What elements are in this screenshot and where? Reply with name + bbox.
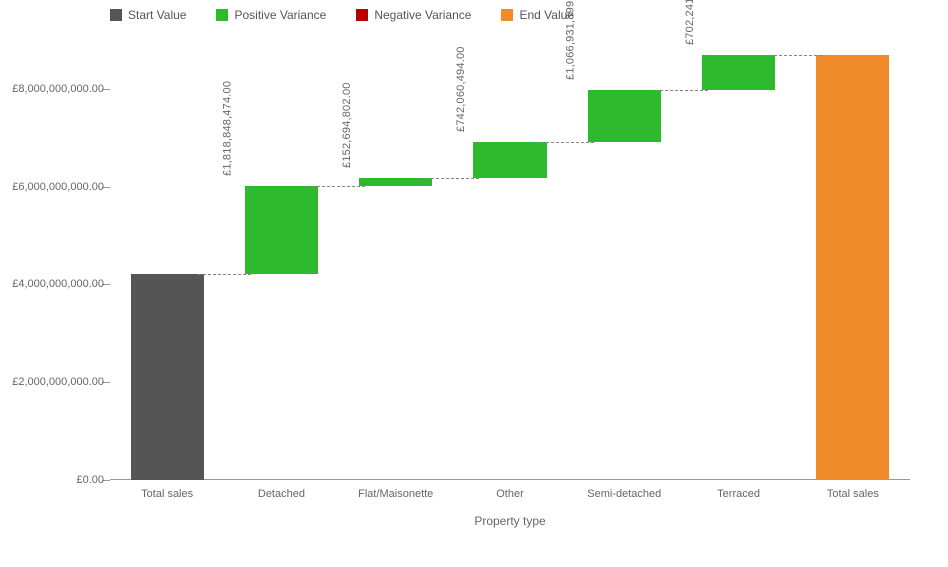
legend-item-positive: Positive Variance (216, 8, 326, 22)
legend-swatch-start (110, 9, 122, 21)
legend-label-positive: Positive Variance (234, 8, 326, 22)
bar-value-label: £8,687,729,672.00 (793, 377, 805, 472)
y-tick-label: £4,000,000,000.00 (12, 278, 110, 290)
y-tick-label: £8,000,000,000.00 (12, 83, 110, 95)
waterfall-connector (655, 90, 708, 91)
x-tick-label: Other (496, 480, 524, 500)
y-tick-label: £6,000,000,000.00 (12, 181, 110, 193)
legend-swatch-positive (216, 9, 228, 21)
waterfall-connector (541, 142, 594, 143)
category: £4,204,953,355.00Total sales (110, 40, 224, 480)
legend-item-negative: Negative Variance (356, 8, 471, 22)
waterfall-bar[interactable]: £8,687,729,672.00 (816, 55, 889, 480)
bar-value-label: £702,241,148.00 (684, 0, 696, 45)
bar-value-label: £4,204,953,355.00 (108, 377, 120, 472)
legend-item-start: Start Value (110, 8, 186, 22)
category: £152,694,802.00Flat/Maisonette (339, 40, 453, 480)
legend-swatch-end (501, 9, 513, 21)
x-tick-label: Total sales (827, 480, 879, 500)
waterfall-bar[interactable] (588, 90, 661, 142)
category: £1,818,848,474.00Detached (224, 40, 338, 480)
x-tick-label: Terraced (717, 480, 760, 500)
bar-value-label: £742,060,494.00 (455, 46, 467, 132)
bar-value-label: £1,066,931,399.00 (565, 0, 577, 80)
x-tick-label: Detached (258, 480, 305, 500)
y-tick-label: £0.00 (76, 474, 110, 486)
bar-value-label: £152,694,802.00 (341, 82, 353, 168)
waterfall-connector (426, 178, 479, 179)
x-tick-label: Total sales (141, 480, 193, 500)
waterfall-bar[interactable] (473, 142, 546, 178)
y-tick-label: £2,000,000,000.00 (12, 376, 110, 388)
category: £8,687,729,672.00Total sales (796, 40, 910, 480)
legend: Start Value Positive Variance Negative V… (110, 8, 574, 22)
category: £1,066,931,399.00Semi-detached (567, 40, 681, 480)
plot-area: £0.00£2,000,000,000.00£4,000,000,000.00£… (110, 40, 910, 480)
bar-value-label: £1,818,848,474.00 (222, 80, 234, 175)
category: £742,060,494.00Other (453, 40, 567, 480)
waterfall-bar[interactable] (359, 178, 432, 185)
waterfall-connector (312, 186, 365, 187)
waterfall-connector (769, 55, 822, 56)
category: £702,241,148.00Terraced (681, 40, 795, 480)
x-tick-label: Semi-detached (587, 480, 661, 500)
legend-label-start: Start Value (128, 8, 186, 22)
waterfall-connector (198, 274, 251, 275)
legend-item-end: End Value (501, 8, 574, 22)
legend-swatch-negative (356, 9, 368, 21)
waterfall-bar[interactable]: £4,204,953,355.00 (131, 274, 204, 480)
waterfall-bar[interactable] (245, 186, 318, 275)
x-tick-label: Flat/Maisonette (358, 480, 433, 500)
waterfall-bar[interactable] (702, 55, 775, 89)
legend-label-negative: Negative Variance (374, 8, 471, 22)
